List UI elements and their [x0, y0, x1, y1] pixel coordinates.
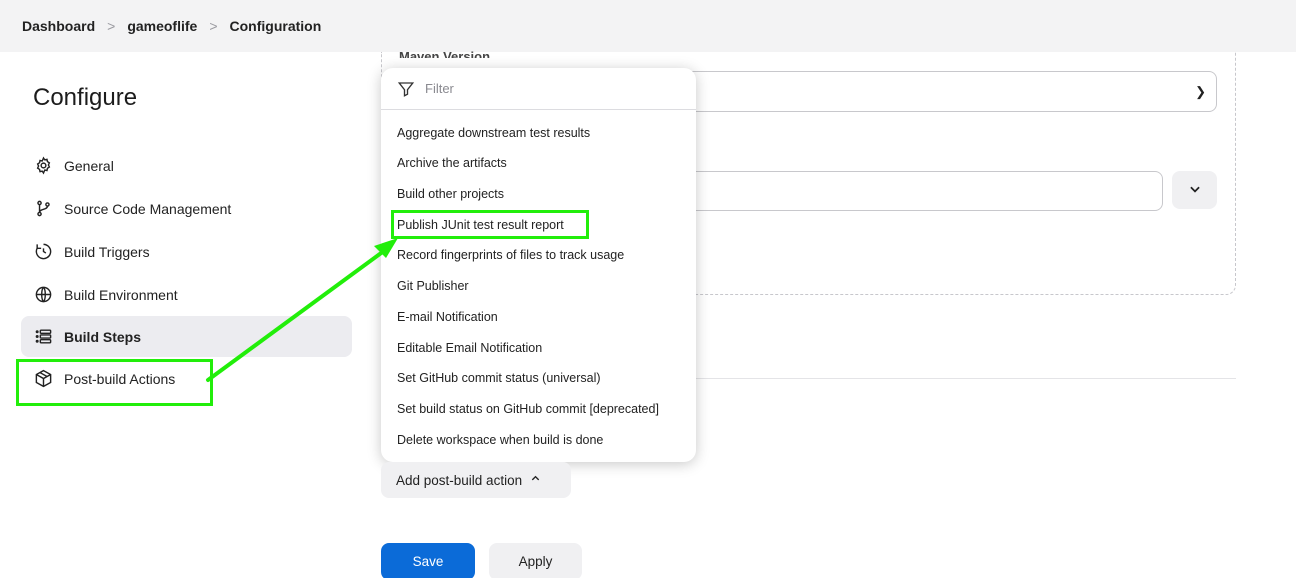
sidebar-item-label: General — [64, 157, 114, 174]
menu-item[interactable]: Aggregate downstream test results — [397, 126, 590, 140]
advanced-toggle-button[interactable] — [1172, 171, 1217, 209]
sidebar-item-label: Source Code Management — [64, 200, 232, 217]
maven-version-label: Maven Version — [399, 49, 491, 58]
breadcrumb-configuration[interactable]: Configuration — [230, 18, 322, 34]
clock-icon — [32, 241, 54, 263]
highlight-box-post-build-actions — [16, 359, 213, 406]
highlight-box-publish-junit — [391, 210, 589, 239]
breadcrumb: Dashboard > gameoflife > Configuration — [0, 0, 1296, 52]
sidebar-item-build-triggers[interactable]: Build Triggers — [21, 231, 352, 272]
breadcrumb-gameoflife[interactable]: gameoflife — [127, 18, 197, 34]
list-icon — [32, 326, 54, 348]
sidebar-item-build-environment[interactable]: Build Environment — [21, 274, 352, 315]
breadcrumb-dashboard[interactable]: Dashboard — [22, 18, 95, 34]
menu-item[interactable]: E-mail Notification — [397, 310, 498, 324]
menu-item[interactable]: Git Publisher — [397, 279, 469, 293]
gear-icon — [32, 155, 54, 177]
menu-item[interactable]: Set build status on GitHub commit [depre… — [397, 402, 659, 416]
breadcrumb-separator: > — [107, 18, 116, 34]
sidebar-item-build-steps[interactable]: Build Steps — [21, 316, 352, 357]
add-post-build-action-label: Add post-build action — [396, 472, 523, 488]
menu-item[interactable]: Archive the artifacts — [397, 156, 507, 170]
chevron-down-icon: ❯ — [1195, 84, 1206, 99]
globe-icon — [32, 284, 54, 306]
save-button[interactable]: Save — [381, 543, 475, 578]
filter-bar — [381, 68, 696, 110]
sidebar-item-source-code-management[interactable]: Source Code Management — [21, 188, 352, 229]
apply-button[interactable]: Apply — [489, 543, 582, 578]
sidebar-item-label: Build Triggers — [64, 243, 150, 260]
menu-item[interactable]: Record fingerprints of files to track us… — [397, 248, 624, 262]
sidebar-item-general[interactable]: General — [21, 145, 352, 186]
breadcrumb-separator: > — [209, 18, 218, 34]
page-title: Configure — [33, 84, 138, 111]
menu-item[interactable]: Delete workspace when build is done — [397, 433, 603, 447]
goals-input[interactable] — [680, 171, 1163, 211]
menu-item[interactable]: Set GitHub commit status (universal) — [397, 371, 601, 385]
menu-item[interactable]: Editable Email Notification — [397, 341, 542, 355]
filter-icon — [397, 80, 415, 98]
chevron-down-icon — [1188, 182, 1202, 199]
filter-input[interactable] — [425, 81, 665, 96]
maven-version-select[interactable]: ❯ — [680, 71, 1217, 112]
add-post-build-action-button[interactable]: Add post-build action — [381, 462, 571, 498]
sidebar-item-label: Build Steps — [64, 328, 142, 345]
post-build-action-menu: Aggregate downstream test results Archiv… — [381, 68, 696, 462]
sidebar-item-label: Build Environment — [64, 286, 178, 303]
menu-item[interactable]: Build other projects — [397, 187, 504, 201]
chevron-up-icon — [530, 473, 541, 487]
branch-icon — [32, 198, 54, 220]
